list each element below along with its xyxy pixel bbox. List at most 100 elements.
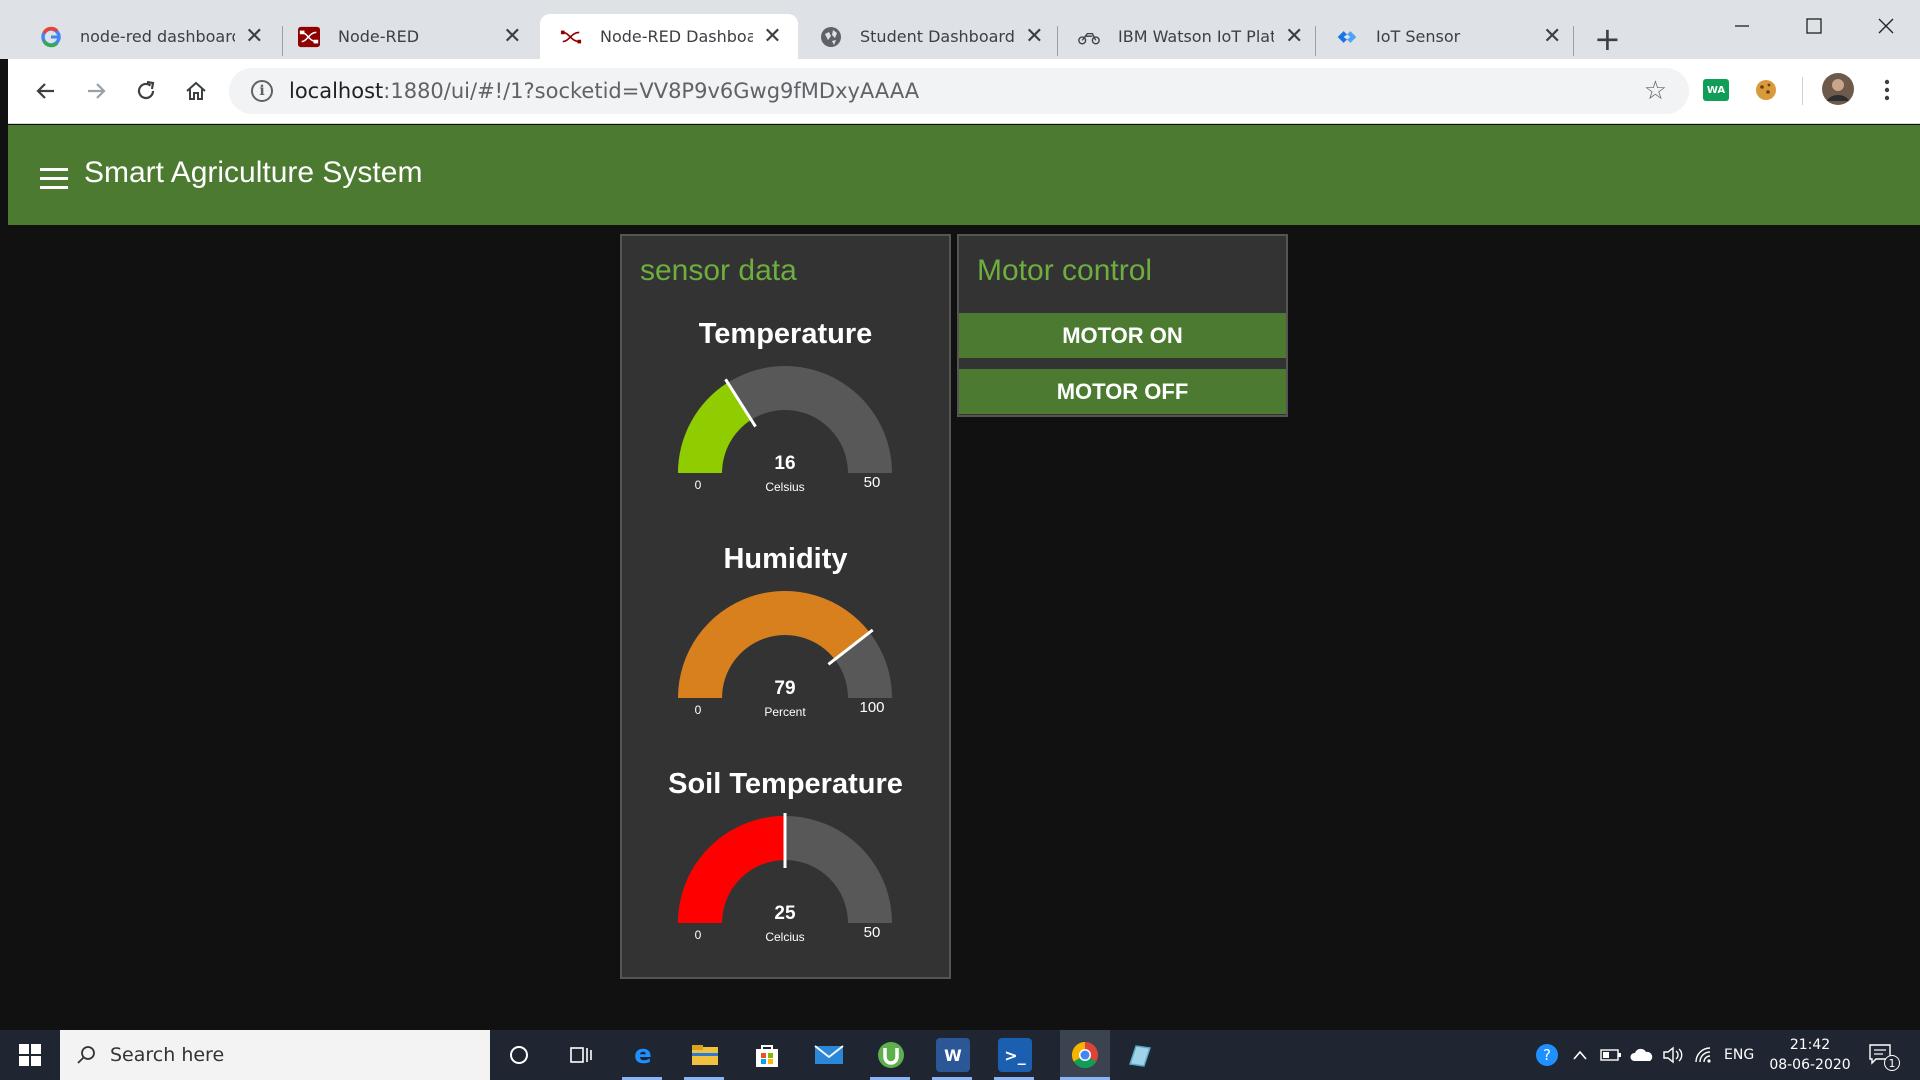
svg-text:?: ? bbox=[1543, 1046, 1551, 1064]
gauge-value: 16 bbox=[774, 453, 795, 474]
gauge-dial: 16 Celsius 0 50 bbox=[678, 366, 892, 494]
avatar[interactable] bbox=[1820, 71, 1856, 107]
motor-on-button[interactable]: MOTOR ON bbox=[959, 313, 1286, 358]
close-icon[interactable]: ✕ bbox=[245, 24, 264, 49]
browser-window: node-red dashboard-h ✕ Node-RED ✕ Node-R… bbox=[0, 0, 1920, 1080]
node-red-blue-icon bbox=[1336, 26, 1358, 48]
menu-icon[interactable] bbox=[40, 168, 68, 195]
gauge-humidity: Humidity 79 Percent 0 100 bbox=[622, 543, 949, 763]
whatsapp-extension-icon[interactable]: WA bbox=[1701, 75, 1731, 105]
home-icon[interactable] bbox=[178, 73, 214, 109]
language-indicator[interactable]: ENG bbox=[1724, 1030, 1754, 1080]
minimize-icon[interactable] bbox=[1712, 8, 1772, 44]
task-view-icon[interactable] bbox=[564, 1038, 598, 1072]
close-icon[interactable]: ✕ bbox=[1025, 24, 1044, 49]
file-explorer-icon[interactable] bbox=[688, 1038, 722, 1072]
gauge-label: Humidity bbox=[723, 543, 848, 575]
gauge-unit: Percent bbox=[764, 705, 806, 719]
close-icon[interactable]: ✕ bbox=[1284, 24, 1304, 49]
tray-chevron-icon[interactable] bbox=[1572, 1030, 1588, 1080]
notes-app-icon[interactable] bbox=[1122, 1038, 1156, 1072]
card-title: Motor control bbox=[977, 254, 1153, 287]
new-tab-button[interactable]: + bbox=[1594, 20, 1621, 58]
tab-title: Node-RED bbox=[338, 27, 420, 46]
gauge-label: Soil Temperature bbox=[668, 768, 903, 800]
store-icon[interactable] bbox=[750, 1038, 784, 1072]
wifi-icon[interactable] bbox=[1694, 1030, 1714, 1080]
reload-icon[interactable] bbox=[128, 73, 164, 109]
gauge-unit: Celsius bbox=[765, 480, 804, 494]
chrome-menu-icon[interactable] bbox=[1872, 75, 1902, 105]
clock-date: 08-06-2020 bbox=[1769, 1057, 1851, 1073]
info-icon[interactable]: i bbox=[251, 80, 273, 102]
forward-icon[interactable] bbox=[78, 73, 114, 109]
gauge-max: 50 bbox=[864, 474, 881, 491]
tab-strip: node-red dashboard-h ✕ Node-RED ✕ Node-R… bbox=[0, 0, 1920, 59]
gauge-max: 50 bbox=[864, 924, 881, 941]
node-red-icon bbox=[298, 26, 320, 48]
close-icon[interactable]: ✕ bbox=[1542, 24, 1562, 49]
battery-icon[interactable] bbox=[1600, 1030, 1622, 1080]
tab-title: Student Dashboard bbox=[860, 27, 1015, 46]
gauge-fill bbox=[678, 816, 785, 923]
address-bar[interactable]: i localhost:1880/ui/#!/1?socketid=VV8P9v… bbox=[229, 68, 1689, 114]
close-icon[interactable]: ✕ bbox=[763, 24, 782, 49]
onedrive-icon[interactable] bbox=[1630, 1030, 1654, 1080]
windows-start-icon[interactable] bbox=[13, 1038, 47, 1072]
motor-control-card: Motor control MOTOR ON MOTOR OFF bbox=[957, 234, 1288, 417]
maximize-icon[interactable] bbox=[1784, 8, 1844, 44]
sensor-data-card: sensor data Temperature 16 Celsius 0 50 Hum… bbox=[620, 234, 951, 979]
dashboard-page: Smart Agriculture System sensor data Tem… bbox=[8, 125, 1920, 1030]
taskbar-search[interactable]: Search here bbox=[60, 1030, 490, 1080]
node-red-flow-icon bbox=[560, 26, 582, 48]
windows-taskbar: Search here e W >_ ? ENG 21:42 08-06-202… bbox=[0, 1030, 1920, 1080]
url-text: localhost:1880/ui/#!/1?socketid=VV8P9v6G… bbox=[289, 79, 919, 103]
tab-5[interactable]: IoT Sensor ✕ bbox=[1316, 14, 1578, 59]
tab-0[interactable]: node-red dashboard-h ✕ bbox=[20, 14, 280, 59]
notification-count: 1 bbox=[1884, 1055, 1900, 1071]
iot-platform-icon bbox=[1078, 26, 1100, 48]
cookie-extension-icon[interactable] bbox=[1751, 75, 1781, 105]
help-icon[interactable]: ? bbox=[1534, 1030, 1560, 1080]
chrome-taskbar-icon[interactable] bbox=[1060, 1030, 1110, 1080]
motor-off-button[interactable]: MOTOR OFF bbox=[959, 369, 1286, 414]
tab-1[interactable]: Node-RED ✕ bbox=[278, 14, 538, 59]
url-path: :1880/ui/#!/1?socketid=VV8P9v6Gwg9fMDxyA… bbox=[383, 79, 920, 103]
browser-toolbar: i localhost:1880/ui/#!/1?socketid=VV8P9v… bbox=[8, 59, 1920, 124]
powershell-icon[interactable]: >_ bbox=[998, 1038, 1032, 1072]
gauge-max: 100 bbox=[859, 699, 884, 716]
clock-time: 21:42 bbox=[1789, 1037, 1831, 1053]
close-icon[interactable]: ✕ bbox=[503, 24, 522, 49]
volume-icon[interactable] bbox=[1662, 1030, 1684, 1080]
gauge-min: 0 bbox=[695, 703, 702, 717]
cortana-icon[interactable] bbox=[502, 1038, 536, 1072]
utorrent-icon[interactable] bbox=[874, 1038, 908, 1072]
google-icon bbox=[40, 26, 62, 48]
bookmark-star-icon[interactable]: ☆ bbox=[1644, 76, 1667, 106]
extension-badge: WA bbox=[1703, 79, 1729, 101]
app-title: Smart Agriculture System bbox=[84, 156, 423, 189]
clock[interactable]: 21:42 08-06-2020 bbox=[1760, 1035, 1860, 1075]
search-icon bbox=[77, 1046, 95, 1064]
tab-4[interactable]: IBM Watson IoT Platfor ✕ bbox=[1058, 14, 1320, 59]
globe-icon bbox=[820, 26, 842, 48]
edge-icon[interactable]: e bbox=[626, 1038, 660, 1072]
back-icon[interactable] bbox=[28, 73, 64, 109]
mail-icon[interactable] bbox=[812, 1038, 846, 1072]
app-toolbar: Smart Agriculture System bbox=[8, 125, 1920, 225]
tab-title: IBM Watson IoT Platfor bbox=[1118, 27, 1275, 46]
url-host: localhost bbox=[289, 79, 384, 103]
word-icon[interactable]: W bbox=[936, 1038, 970, 1072]
gauge-label: Temperature bbox=[698, 318, 873, 350]
tab-title: IoT Sensor bbox=[1376, 27, 1461, 46]
gauge-unit: Celcius bbox=[765, 930, 804, 944]
gauge-value: 25 bbox=[774, 903, 796, 924]
notification-icon[interactable]: 1 bbox=[1868, 1030, 1910, 1080]
tab-title: Node-RED Dashboard bbox=[600, 27, 753, 46]
window-close-icon[interactable] bbox=[1856, 8, 1916, 44]
search-placeholder: Search here bbox=[110, 1044, 225, 1066]
tab-3[interactable]: Student Dashboard ✕ bbox=[800, 14, 1060, 59]
gauge-value: 79 bbox=[774, 678, 795, 699]
tab-2[interactable]: Node-RED Dashboard ✕ bbox=[540, 14, 798, 59]
card-title: sensor data bbox=[640, 254, 797, 287]
